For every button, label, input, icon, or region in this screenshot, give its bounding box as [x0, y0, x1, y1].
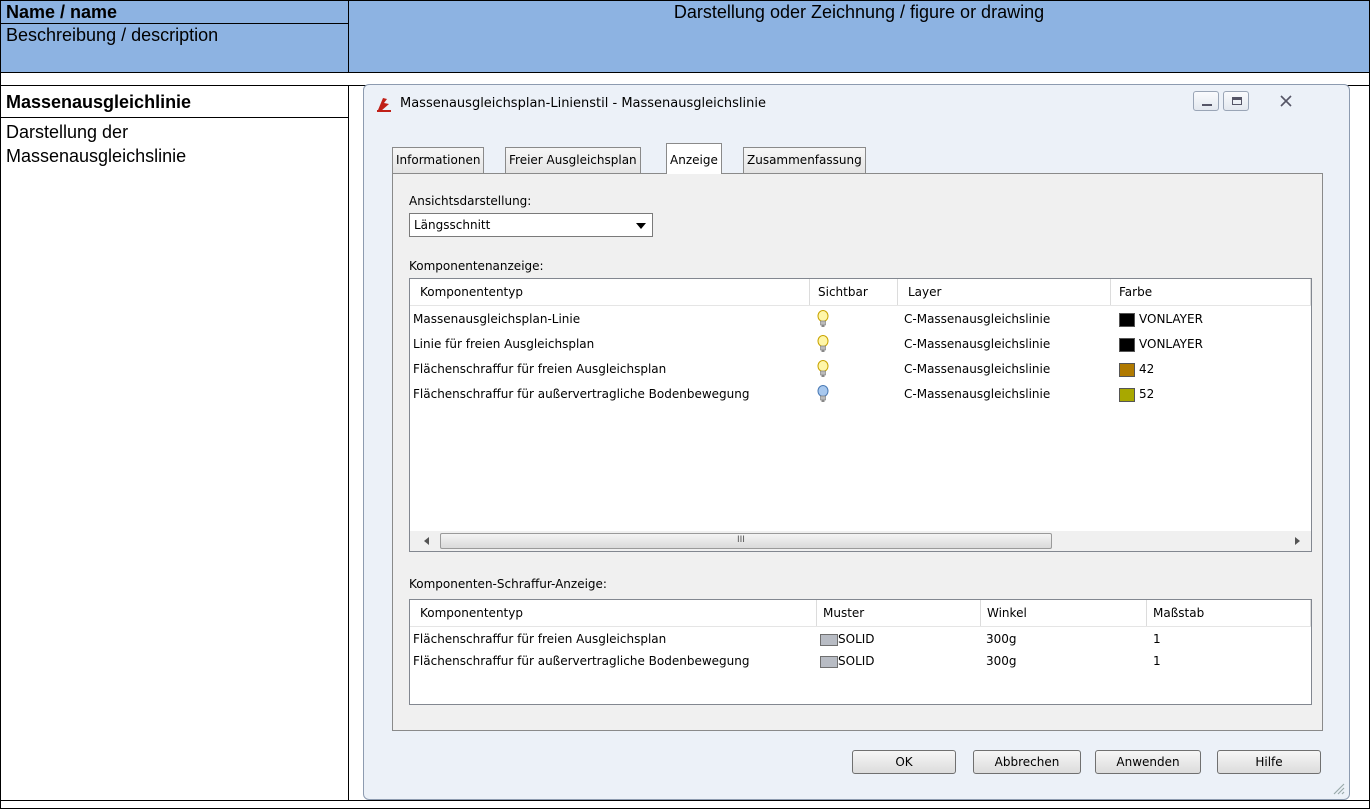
name-header-label: Name / name — [6, 2, 118, 22]
horizontal-scrollbar[interactable]: III — [410, 531, 1311, 551]
tab-informationen[interactable]: Informationen — [392, 147, 485, 173]
component-type: Flächenschraffur für außervertragliche B… — [413, 387, 750, 401]
component-layer[interactable]: C-Massenausgleichslinie — [904, 337, 1050, 351]
component-color[interactable]: 52 — [1139, 387, 1154, 401]
chevron-down-icon — [636, 223, 646, 229]
hatch-row[interactable]: Flächenschraffur für freien Ausgleichspl… — [410, 630, 1311, 650]
hatch-component-type: Flächenschraffur für außervertragliche B… — [413, 654, 750, 668]
scrollbar-grip: III — [737, 535, 745, 545]
component-type: Massenausgleichsplan-Linie — [413, 312, 581, 326]
hatch-pattern-swatch[interactable] — [820, 656, 838, 668]
restore-button[interactable] — [1223, 91, 1249, 111]
tab-zusammenfassung[interactable]: Zusammenfassung — [743, 147, 866, 173]
entry-divider — [1, 117, 349, 118]
column-header-layer[interactable]: Layer — [898, 279, 1111, 305]
component-layer[interactable]: C-Massenausgleichslinie — [904, 362, 1050, 376]
hatch-pattern[interactable]: SOLID — [838, 654, 875, 668]
component-row[interactable]: Flächenschraffur für außervertragliche B… — [410, 384, 1311, 406]
cancel-button[interactable]: Abbrechen — [973, 750, 1081, 774]
ok-button[interactable]: OK — [852, 750, 956, 774]
column-header-farbe[interactable]: Farbe — [1111, 279, 1311, 305]
entry-name-cell: Massenausgleichlinie Darstellung der Mas… — [0, 85, 349, 801]
description-header-label: Beschreibung / description — [6, 25, 219, 45]
component-row[interactable]: Flächenschraffur für freien Ausgleichspl… — [410, 359, 1311, 381]
visibility-bulb-icon[interactable] — [817, 385, 829, 408]
scroll-right-icon[interactable] — [1295, 537, 1300, 545]
column-header-komponententyp-hatch[interactable]: Komponententyp — [410, 600, 817, 626]
color-swatch[interactable] — [1119, 388, 1135, 402]
description-header-cell: Beschreibung / description — [0, 23, 349, 73]
app-icon — [375, 95, 393, 113]
column-header-divider — [410, 305, 1311, 306]
component-color[interactable]: VONLAYER — [1139, 312, 1203, 326]
component-type: Linie für freien Ausgleichsplan — [413, 337, 595, 351]
entry-description-line2: Massenausgleichslinie — [6, 146, 187, 166]
hatch-display-label: Komponenten-Schraffur-Anzeige: — [409, 577, 607, 591]
hatch-row[interactable]: Flächenschraffur für außervertragliche B… — [410, 652, 1311, 672]
column-header-winkel[interactable]: Winkel — [981, 600, 1147, 626]
view-display-label: Ansichtsdarstellung: — [409, 194, 532, 208]
color-swatch[interactable] — [1119, 338, 1135, 352]
column-header-sichtbar[interactable]: Sichtbar — [810, 279, 898, 305]
column-header-muster[interactable]: Muster — [817, 600, 981, 626]
close-button[interactable] — [1264, 91, 1308, 111]
dialog-title: Massenausgleichsplan-Linienstil - Massen… — [400, 96, 766, 111]
tab-freier-ausgleichsplan[interactable]: Freier Ausgleichsplan — [505, 147, 641, 173]
component-list[interactable]: Komponententyp Sichtbar Layer Farbe Mass… — [409, 278, 1312, 552]
scroll-left-icon[interactable] — [424, 537, 429, 545]
minimize-icon — [1202, 104, 1212, 106]
visibility-bulb-icon[interactable] — [817, 360, 829, 383]
scrollbar-thumb[interactable]: III — [440, 533, 1052, 549]
apply-button[interactable]: Anwenden — [1095, 750, 1201, 774]
hatch-pattern[interactable]: SOLID — [838, 632, 875, 646]
hatch-scale[interactable]: 1 — [1153, 654, 1161, 668]
column-header-komponententyp[interactable]: Komponententyp — [410, 279, 810, 305]
help-button[interactable]: Hilfe — [1217, 750, 1321, 774]
hatch-scale[interactable]: 1 — [1153, 632, 1161, 646]
component-row[interactable]: Linie für freien Ausgleichsplan C-Massena… — [410, 334, 1311, 356]
hatch-list[interactable]: Komponententyp Muster Winkel Maßstab Flä… — [409, 599, 1312, 705]
bottom-row — [0, 800, 1370, 809]
tab-anzeige[interactable]: Anzeige — [666, 143, 722, 174]
entry-name: Massenausgleichlinie — [6, 92, 192, 112]
hatch-component-type: Flächenschraffur für freien Ausgleichspl… — [413, 632, 667, 646]
view-display-value: Längsschnitt — [414, 218, 491, 232]
figure-header-label: Darstellung oder Zeichnung / figure or d… — [673, 2, 1045, 22]
figure-header-cell: Darstellung oder Zeichnung / figure or d… — [348, 0, 1370, 73]
color-swatch[interactable] — [1119, 313, 1135, 327]
color-swatch[interactable] — [1119, 363, 1135, 377]
hatch-pattern-swatch[interactable] — [820, 634, 838, 646]
view-display-select[interactable]: Längsschnitt — [409, 213, 653, 237]
component-layer[interactable]: C-Massenausgleichslinie — [904, 312, 1050, 326]
name-header-cell: Name / name — [0, 0, 349, 24]
component-layer[interactable]: C-Massenausgleichslinie — [904, 387, 1050, 401]
resize-grip-icon[interactable] — [1329, 779, 1345, 795]
hatch-angle[interactable]: 300g — [986, 632, 1017, 646]
restore-icon — [1232, 97, 1242, 105]
component-type: Flächenschraffur für freien Ausgleichspl… — [413, 362, 667, 376]
hatch-header-divider — [410, 626, 1311, 627]
minimize-button[interactable] — [1193, 91, 1219, 111]
entry-description-line1: Darstellung der — [6, 122, 129, 142]
column-header-massstab[interactable]: Maßstab — [1147, 600, 1311, 626]
component-color[interactable]: 42 — [1139, 362, 1154, 376]
hatch-angle[interactable]: 300g — [986, 654, 1017, 668]
dialog-window: Massenausgleichsplan-Linienstil - Massen… — [363, 84, 1350, 800]
component-color[interactable]: VONLAYER — [1139, 337, 1203, 351]
visibility-bulb-icon[interactable] — [817, 310, 829, 333]
visibility-bulb-icon[interactable] — [817, 335, 829, 358]
component-display-label: Komponentenanzeige: — [409, 259, 544, 273]
component-row[interactable]: Massenausgleichsplan-Linie C-Massenausgle… — [410, 309, 1311, 331]
close-icon — [1280, 95, 1292, 107]
